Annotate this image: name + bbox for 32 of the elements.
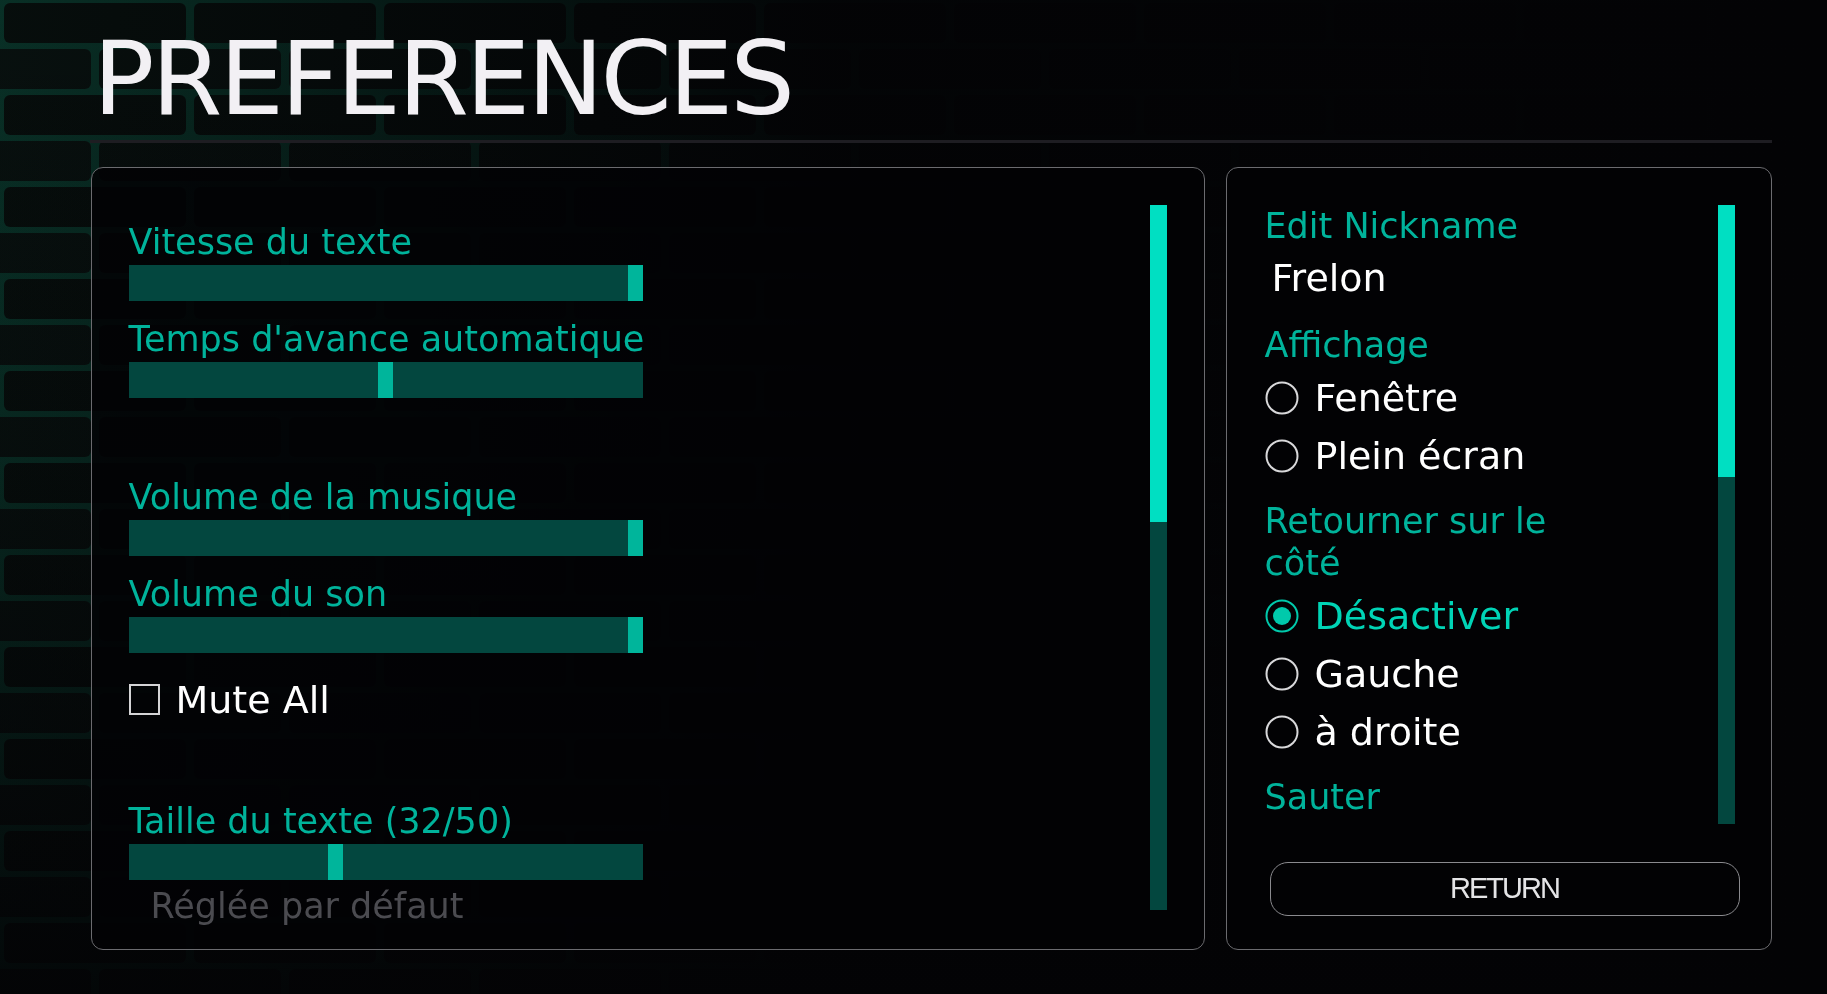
slider-track[interactable] [128,616,643,653]
return-button[interactable]: RETURN [1269,861,1740,916]
slider-label: Volume du son [128,572,388,615]
scrollbar-thumb[interactable] [1717,204,1735,477]
slider-track[interactable] [128,361,643,398]
slider-thumb[interactable] [627,616,643,653]
section-label: Retourner sur le côté [1264,499,1548,584]
section-label: Affichage [1264,323,1429,366]
scrollbar-thumb[interactable] [1149,204,1167,522]
radio-option[interactable]: à droite [1264,709,1461,754]
slider-track[interactable] [128,264,643,301]
scrollbar-track[interactable] [1717,204,1735,824]
slider-thumb[interactable] [328,843,344,880]
section-label: Sauter [1264,775,1380,818]
slider-thumb[interactable] [378,361,393,398]
slider-label: Vitesse du texte [128,220,412,263]
scrollbar-track[interactable] [1149,204,1167,910]
slider-label: Temps d'avance automatique [128,317,645,360]
slider-thumb[interactable] [627,519,643,556]
slider-label: Taille du texte (32/50) [128,799,513,842]
page-title: PREFERENCES [93,28,792,130]
radio-option[interactable]: Plein écran [1264,433,1526,478]
radio-option[interactable]: Fenêtre [1264,375,1459,420]
slider-track[interactable] [128,843,643,880]
slider-label: Volume de la musique [128,475,518,518]
section-label: Edit Nickname [1264,204,1519,247]
slider-track[interactable] [128,519,643,556]
radio-option[interactable]: Gauche [1264,651,1460,696]
nickname-field[interactable]: Frelon [1264,255,1595,300]
checkbox-option[interactable]: Mute All [128,677,330,722]
radio-option[interactable]: Désactiver [1264,593,1519,638]
slider-thumb[interactable] [627,264,643,301]
